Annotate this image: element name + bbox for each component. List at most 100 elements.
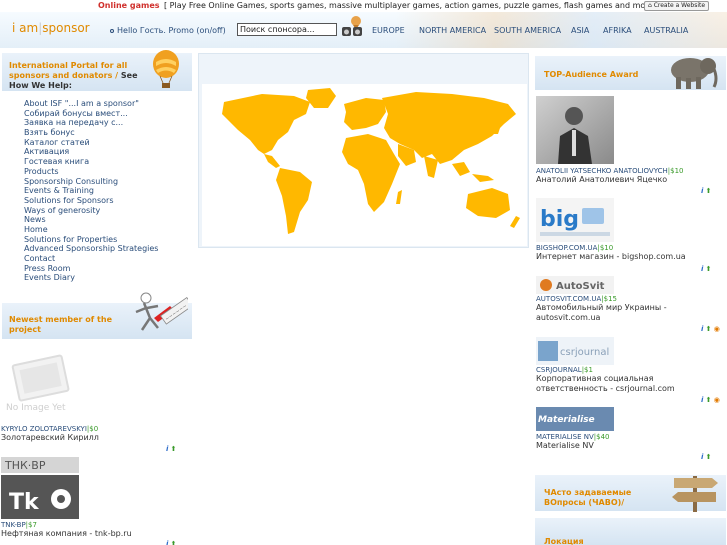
arrow-up-icon[interactable]: ⬆ — [706, 265, 712, 273]
left-nav-item[interactable]: Contact — [24, 254, 158, 264]
info-icon[interactable]: i — [701, 453, 703, 461]
online-games-link[interactable]: Online games — [98, 1, 160, 10]
left-nav-item[interactable]: Solutions for Properties — [24, 235, 158, 245]
top-audience-award-title: TOP-Audience Award — [544, 70, 639, 79]
sponsor-amount: $15 — [603, 295, 617, 303]
left-nav-item[interactable]: Products — [24, 167, 158, 177]
info-icon[interactable]: i — [166, 445, 168, 453]
left-nav-item[interactable]: Press Room — [24, 264, 158, 274]
region-afrika[interactable]: AFRIKA — [603, 26, 632, 35]
member-actions: i ⬆ — [166, 540, 177, 545]
create-website-button[interactable]: ⌂ Create a Website — [644, 1, 710, 11]
left-nav-item[interactable]: Гостевая книга — [24, 157, 158, 167]
sponsor-name-link[interactable]: MATERIALISE NV — [536, 433, 594, 441]
region-australia[interactable]: AUSTRALIA — [644, 26, 688, 35]
csrjournal-logo[interactable]: csrjournal — [536, 337, 614, 365]
sponsor-name-link[interactable]: CSRJOURNAL — [536, 366, 582, 374]
left-nav-item[interactable]: Advanced Sponsorship Strategies — [24, 244, 158, 254]
map-central-america — [264, 154, 280, 168]
sponsor-name-link[interactable]: AUTOSVIT.COM.UA — [536, 295, 601, 303]
autosvit-logo-text: AutoSvit — [556, 281, 605, 292]
elephant-icon — [671, 58, 718, 89]
left-nav-item[interactable]: Events Diary — [24, 273, 158, 283]
site-logo[interactable]: i am|sponsor — [12, 21, 90, 35]
left-nav-item[interactable]: Активация — [24, 147, 158, 157]
create-website-label: Create a Website — [653, 2, 706, 9]
sponsor-name-link[interactable]: ANATOLII YATSECHKO ANATOLIOVYCH — [536, 167, 668, 175]
sponsor-desc: Интернет магазин - bigshop.com.ua — [536, 252, 686, 261]
map-new-zealand — [510, 216, 520, 228]
hot-air-balloon-icon — [153, 50, 179, 88]
sponsor-autosvit: AUTOSVIT.COM.UA|$15 Автомобильный мир Ук… — [536, 295, 667, 322]
left-nav-item[interactable]: About ISF "...I am a sponsor" — [24, 99, 158, 109]
arrow-up-icon[interactable]: ⬆ — [706, 325, 712, 333]
sponsor-actions: i ⬆ — [701, 453, 712, 461]
greeting-text: Hello Гость. Promo (on/off) — [117, 26, 226, 35]
left-nav-item[interactable]: Home — [24, 225, 158, 235]
left-nav-item[interactable]: Ways of generosity — [24, 206, 158, 216]
materialise-logo[interactable]: Materialise — [536, 407, 614, 431]
bigshop-logo[interactable]: big — [536, 198, 614, 242]
sponsor-amount: $10 — [670, 167, 684, 175]
location-title: Локация — [544, 537, 584, 545]
bigshop-logo-text: big — [540, 207, 579, 232]
region-asia[interactable]: ASIA — [571, 26, 589, 35]
info-icon[interactable]: i — [701, 396, 703, 404]
left-nav-item[interactable]: Solutions for Sponsors — [24, 196, 158, 206]
faq-title: ЧАсто задаваемые ВОпросы (ЧАВО)/ — [544, 488, 632, 507]
left-nav-item[interactable]: Собирай бонусы вмест... — [24, 109, 158, 119]
sponsor-photo-anatolii[interactable] — [536, 96, 614, 164]
world-map-panel — [198, 53, 529, 248]
sponsor-desc-line-1: Автомобильный мир Украины - — [536, 303, 667, 312]
portal-title-text: International Portal for all sponsors an… — [9, 61, 128, 80]
world-map[interactable] — [202, 84, 527, 246]
region-europe[interactable]: EUROPE — [372, 26, 405, 35]
member-name-link[interactable]: KYRYLO ZOLOTAREVSKYI — [1, 425, 87, 433]
tnk-bp-logo[interactable]: ТНК·ВР Tk — [1, 457, 79, 519]
member-actions: i ⬆ — [166, 445, 177, 453]
left-nav-item[interactable]: Sponsorship Consulting — [24, 177, 158, 187]
left-nav-item[interactable]: News — [24, 215, 158, 225]
tnk-bp-logo-text: ТНК·ВР — [4, 459, 46, 472]
info-icon[interactable]: i — [166, 540, 168, 545]
rss-icon[interactable]: ◉ — [714, 325, 720, 333]
rss-icon[interactable]: ◉ — [714, 396, 720, 404]
search-button-binoculars-icon[interactable] — [340, 15, 368, 39]
left-nav-item[interactable]: Взять бонус — [24, 128, 158, 138]
arrow-up-icon[interactable]: ⬆ — [171, 445, 177, 453]
sponsor-actions: i ⬆ — [701, 187, 712, 195]
arrow-up-icon[interactable]: ⬆ — [706, 396, 712, 404]
region-south-america[interactable]: SOUTH AMERICA — [494, 26, 561, 35]
newest-member-title: Newest member of the project — [9, 315, 112, 334]
member-name-link[interactable]: TNK-BP — [1, 521, 26, 529]
signpost-icon — [672, 476, 718, 512]
map-south-america — [276, 168, 312, 234]
info-icon[interactable]: i — [701, 187, 703, 195]
running-figure-icon: ~~~~~~ — [135, 292, 188, 331]
no-image-placeholder-icon: No Image Yet — [6, 354, 70, 412]
arrow-up-icon[interactable]: ⬆ — [171, 540, 177, 545]
sponsor-name-link[interactable]: BIGSHOP.COM.UA — [536, 244, 597, 252]
info-icon[interactable]: i — [701, 325, 703, 333]
left-nav-item[interactable]: Events & Training — [24, 186, 158, 196]
sponsor-search-input[interactable] — [237, 23, 337, 36]
newest-member-tnk-bp: TNK-BP|$7 Нефтяная компания - tnk-bp.ru — [1, 521, 132, 538]
arrow-up-icon[interactable]: ⬆ — [706, 453, 712, 461]
autosvit-logo[interactable]: AutoSvit — [536, 276, 614, 294]
region-north-america[interactable]: NORTH AMERICA — [419, 26, 486, 35]
sponsor-anatolii: ANATOLII YATSECHKO ANATOLIOVYCH|$10 Анат… — [536, 167, 684, 184]
member-desc: Золотаревский Кирилл — [1, 433, 99, 442]
sponsor-amount: $40 — [596, 433, 610, 441]
online-games-description: [ Play Free Online Games, sports games, … — [164, 1, 662, 10]
left-nav-item[interactable]: Заявка на передачу с... — [24, 118, 158, 128]
sponsor-actions: i ⬆ — [701, 265, 712, 273]
sponsor-amount: $1 — [584, 366, 593, 374]
map-north-america — [222, 94, 310, 154]
map-southeast-asia — [452, 162, 494, 182]
info-icon[interactable]: i — [701, 265, 703, 273]
greeting[interactable]: Hello Гость. Promo (on/off) — [110, 26, 226, 35]
member-desc: Нефтяная компания - tnk-bp.ru — [1, 529, 132, 538]
left-nav-item[interactable]: Каталог статей — [24, 138, 158, 148]
arrow-up-icon[interactable]: ⬆ — [706, 187, 712, 195]
sponsor-actions: i ⬆ ◉ — [701, 325, 720, 333]
